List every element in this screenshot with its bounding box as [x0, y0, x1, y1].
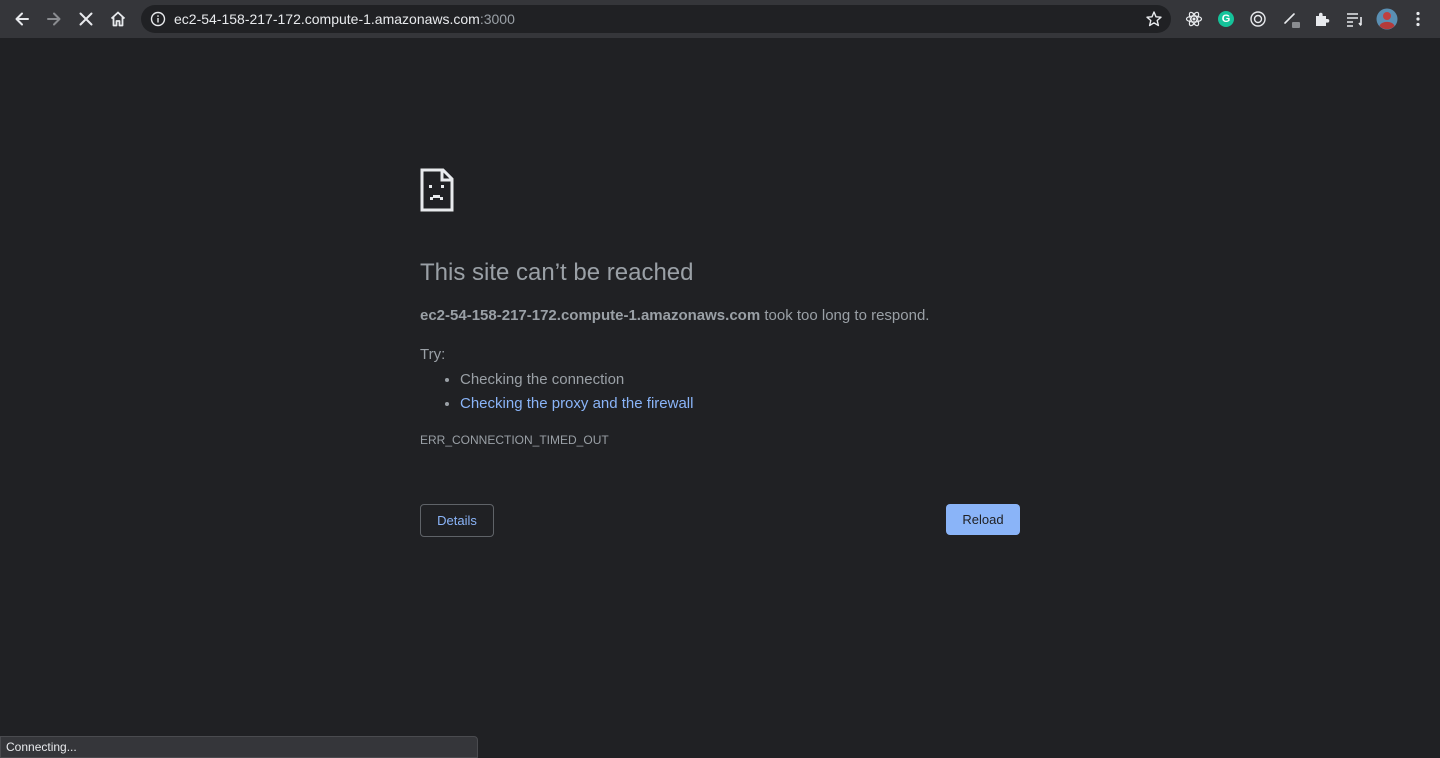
star-icon[interactable] — [1145, 10, 1163, 28]
grammarly-letter: G — [1221, 13, 1231, 25]
grammarly-extension[interactable]: G — [1216, 9, 1236, 29]
url-host: ec2-54-158-217-172.compute-1.amazonaws.c… — [174, 11, 480, 27]
pen-extension-icon — [1284, 13, 1300, 28]
profile-avatar — [1376, 8, 1398, 30]
reading-list-button[interactable] — [1344, 9, 1364, 29]
suggestion-proxy-link[interactable]: Checking the proxy and the firewall — [460, 395, 693, 412]
error-summary: ec2-54-158-217-172.compute-1.amazonaws.c… — [420, 306, 929, 326]
react-devtools-extension[interactable] — [1184, 9, 1204, 29]
pen-extension[interactable] — [1282, 9, 1302, 29]
extensions-button[interactable] — [1312, 9, 1332, 29]
back-button[interactable] — [8, 5, 36, 33]
url-port: :3000 — [479, 11, 515, 27]
suggestion-item: Checking the connection — [460, 368, 693, 392]
error-heading: This site can’t be reached — [420, 259, 694, 286]
menu-kebab-icon — [1416, 11, 1420, 27]
forward-button[interactable] — [40, 5, 68, 33]
suggestion-connection: Checking the connection — [460, 371, 625, 388]
home-icon — [110, 11, 126, 27]
reload-button[interactable]: Reload — [946, 504, 1020, 535]
url-text[interactable]: ec2-54-158-217-172.compute-1.amazonaws.c… — [174, 11, 515, 27]
status-bubble: Connecting... — [0, 736, 478, 758]
error-summary-rest: took too long to respond. — [760, 307, 930, 324]
forward-arrow-icon — [47, 12, 61, 26]
target-extension[interactable] — [1248, 9, 1268, 29]
sad-page-icon — [420, 168, 454, 212]
browser-toolbar: ec2-54-158-217-172.compute-1.amazonaws.c… — [0, 0, 1440, 38]
info-icon[interactable] — [150, 11, 166, 27]
back-arrow-icon — [15, 12, 29, 26]
stop-loading-icon — [79, 12, 93, 26]
extensions-puzzle-icon — [1316, 12, 1330, 26]
stop-loading-button[interactable] — [72, 5, 100, 33]
details-button[interactable]: Details — [420, 504, 494, 537]
reading-list-icon — [1347, 13, 1362, 27]
try-label: Try: — [420, 346, 446, 363]
profile-button[interactable] — [1375, 7, 1399, 31]
error-code: ERR_CONNECTION_TIMED_OUT — [420, 433, 609, 447]
suggestions-list: Checking the connection Checking the pro… — [420, 368, 693, 416]
address-bar[interactable]: ec2-54-158-217-172.compute-1.amazonaws.c… — [141, 5, 1171, 33]
suggestion-item: Checking the proxy and the firewall — [460, 392, 693, 416]
home-button[interactable] — [104, 5, 132, 33]
error-host: ec2-54-158-217-172.compute-1.amazonaws.c… — [420, 307, 761, 324]
react-devtools-icon — [1185, 11, 1203, 27]
target-extension-icon — [1250, 11, 1266, 27]
browser-menu-button[interactable] — [1408, 9, 1428, 29]
